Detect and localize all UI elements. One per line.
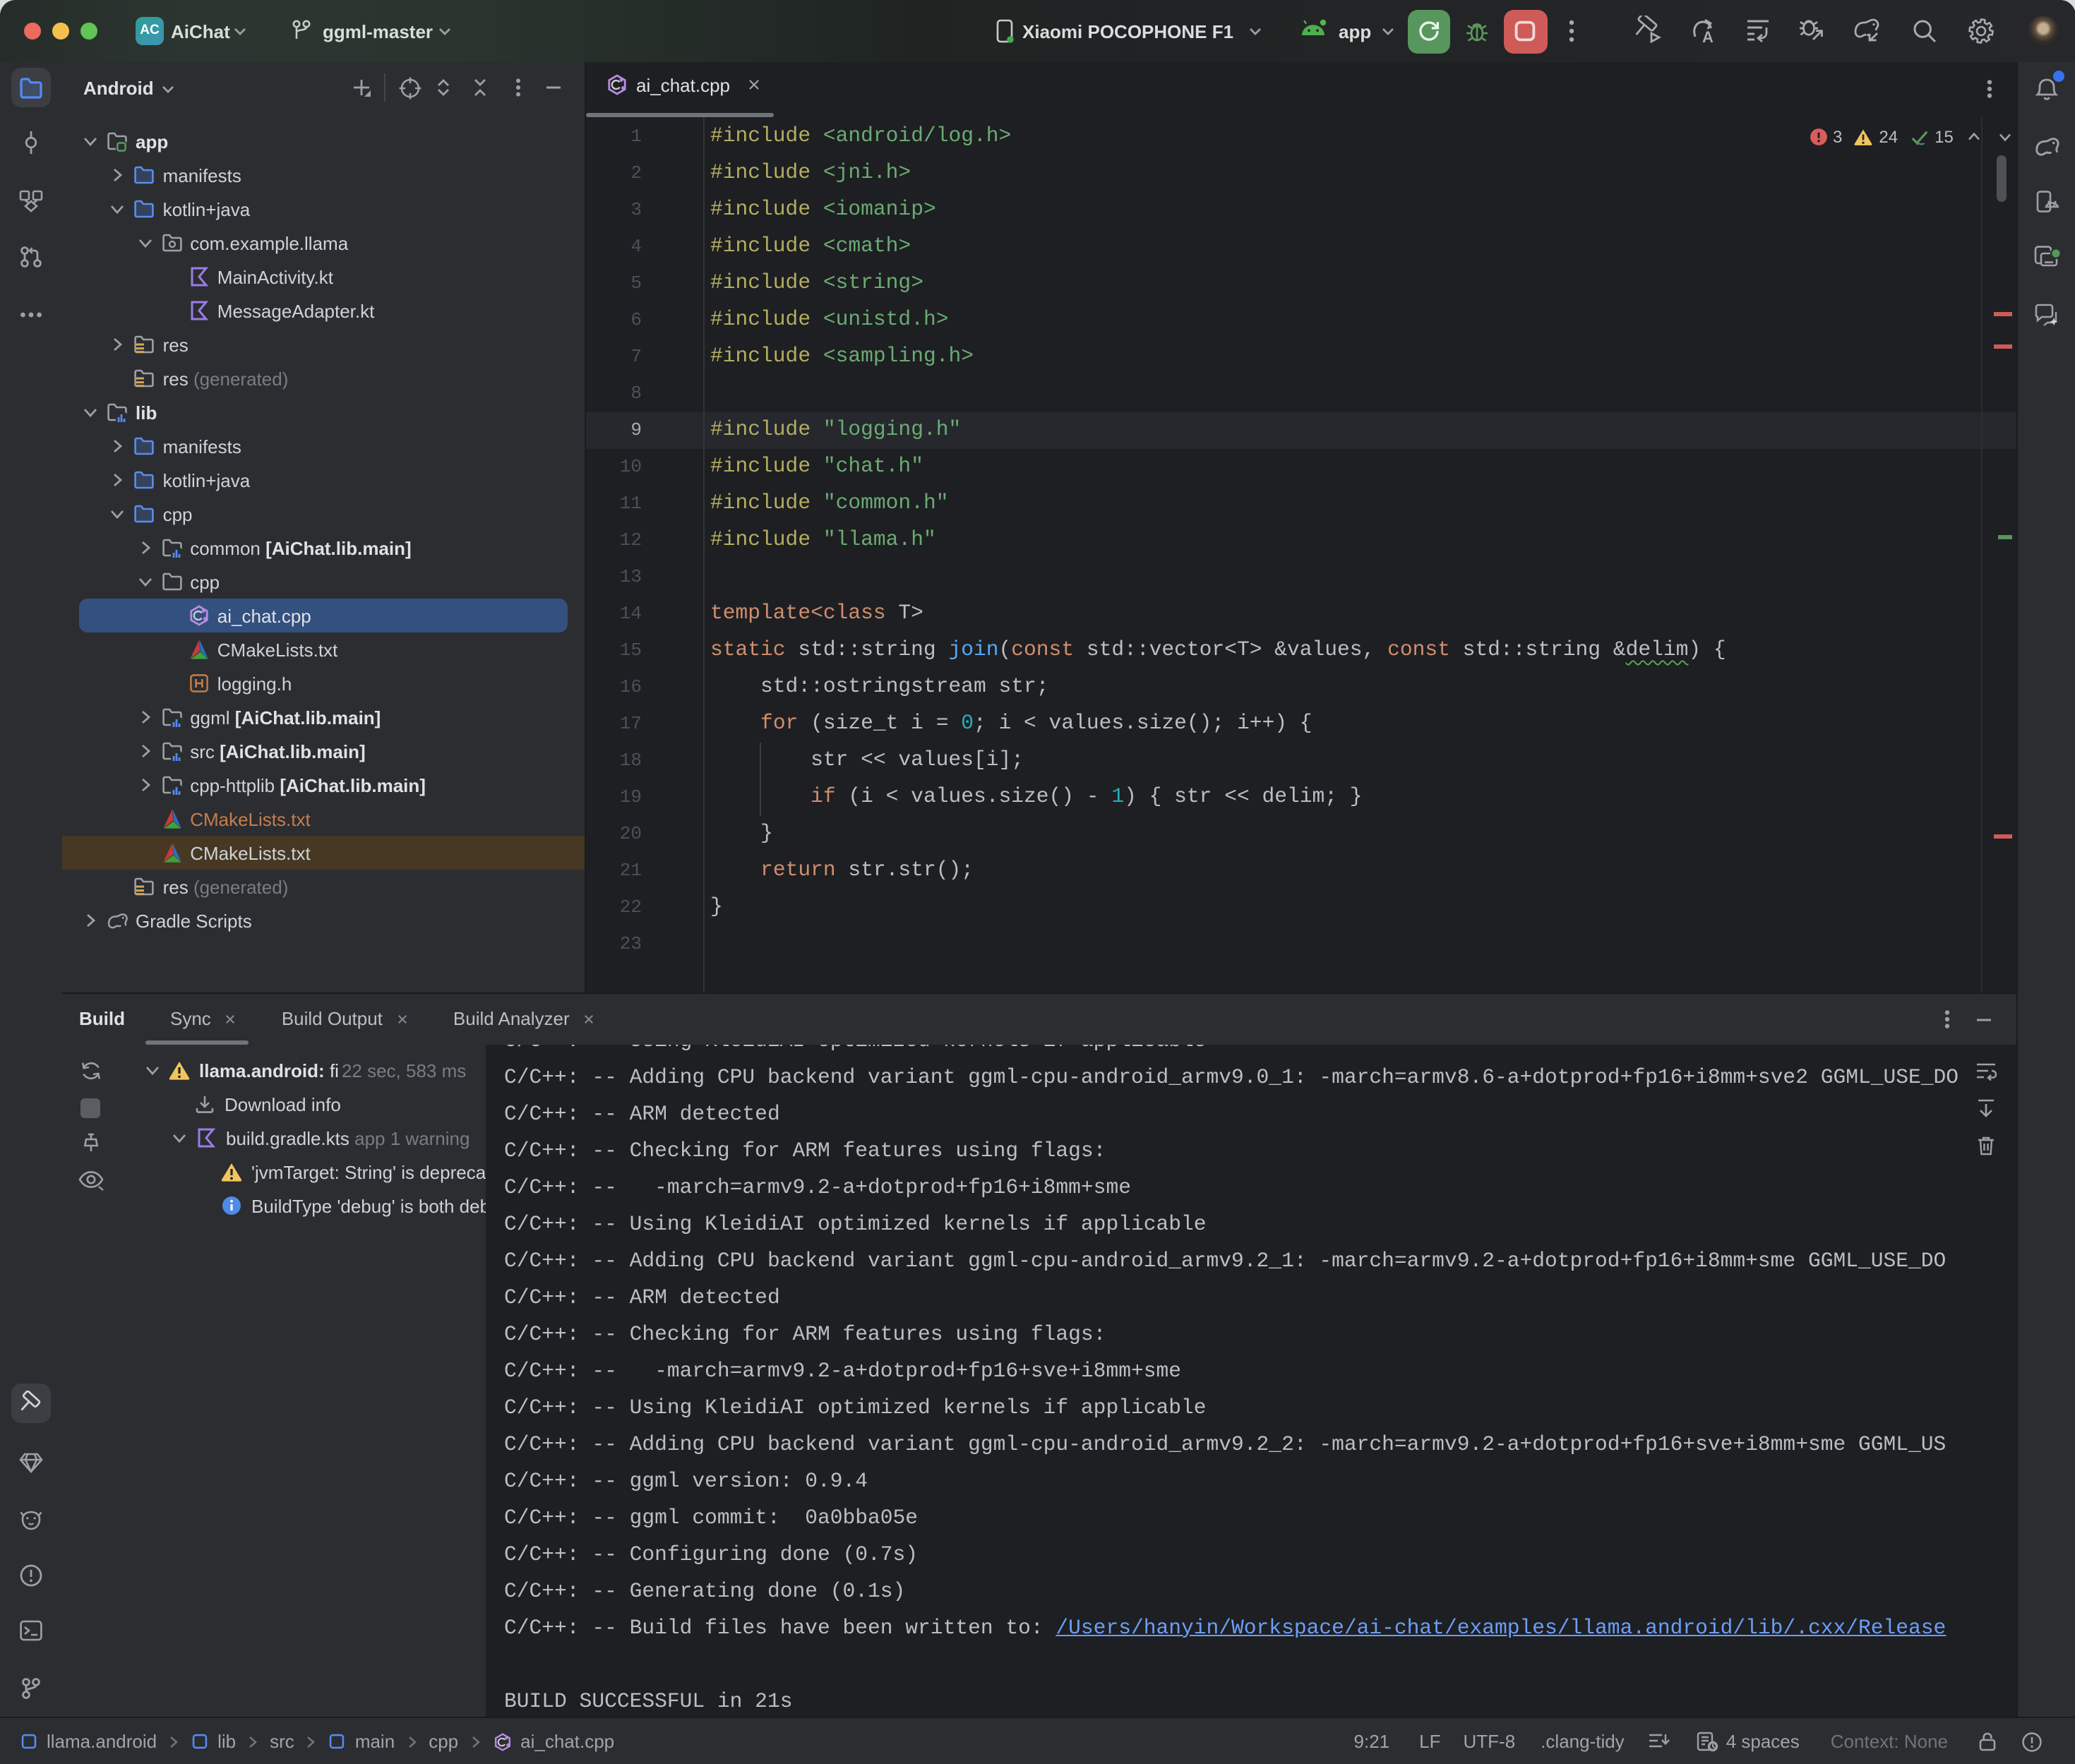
svg-text:A: A bbox=[1702, 28, 1714, 45]
